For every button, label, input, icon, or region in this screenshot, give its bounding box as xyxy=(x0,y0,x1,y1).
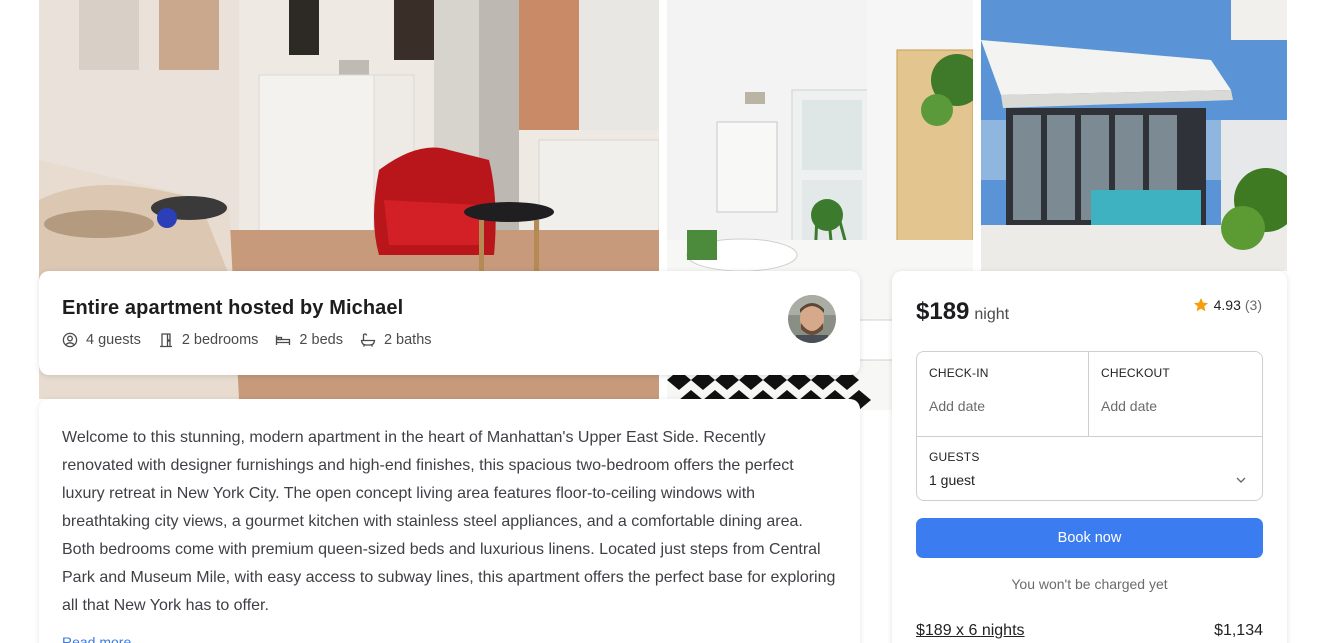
price-amount: $189 xyxy=(916,298,970,325)
read-more-link[interactable]: Read more xyxy=(62,634,131,643)
host-avatar[interactable] xyxy=(788,295,836,343)
charge-note: You won't be charged yet xyxy=(1011,576,1168,592)
bed-icon xyxy=(276,335,291,345)
feature-guests: 4 guests xyxy=(62,332,141,348)
feature-baths: 2 baths xyxy=(360,332,432,348)
guests-value: 1 guest xyxy=(929,472,975,488)
door-icon xyxy=(159,333,172,348)
booking-form: CHECK-IN Add date CHECKOUT Add date GUES… xyxy=(916,351,1263,501)
review-count: (3) xyxy=(1244,297,1262,313)
feature-bedrooms-label: 2 bedrooms xyxy=(181,332,259,348)
checkout-label: CHECKOUT xyxy=(1101,366,1170,380)
user-circle-icon xyxy=(62,332,78,348)
checkin-value: Add date xyxy=(929,398,986,414)
price-breakdown-total: $1,134 xyxy=(1214,622,1263,639)
price-unit: night xyxy=(974,306,1010,323)
exterior-pool-photo[interactable] xyxy=(981,0,1287,271)
rating-value: 4.93 xyxy=(1213,297,1241,313)
listing-title: Entire apartment hosted by Michael xyxy=(62,297,404,319)
feature-guests-label: 4 guests xyxy=(86,332,141,348)
listing-features: 4 guests 2 bedrooms 2 beds 2 baths xyxy=(62,332,449,348)
host-card: Entire apartment hosted by Michael 4 gue… xyxy=(39,271,860,375)
guests-select[interactable]: GUESTS 1 guest xyxy=(917,437,1262,500)
feature-beds-label: 2 beds xyxy=(299,332,343,348)
checkout-value: Add date xyxy=(1101,398,1158,414)
feature-baths-label: 2 baths xyxy=(383,332,432,348)
feature-beds: 2 beds xyxy=(275,332,343,348)
feature-bedrooms: 2 bedrooms xyxy=(158,332,259,348)
description-card: Welcome to this stunning, modern apartme… xyxy=(39,399,860,643)
book-now-button[interactable]: Book now xyxy=(916,518,1263,558)
chevron-down-icon xyxy=(1236,477,1246,483)
booking-card: $189 night 4.93 (3) CHECK-IN Add date CH… xyxy=(892,271,1287,643)
checkin-label: CHECK-IN xyxy=(929,366,989,380)
nightly-price: $189 night xyxy=(916,298,1009,326)
guests-label: GUESTS xyxy=(929,450,980,464)
star-icon xyxy=(1193,298,1208,312)
listing-description: Welcome to this stunning, modern apartme… xyxy=(62,429,836,614)
price-breakdown-nights[interactable]: $189 x 6 nights xyxy=(916,622,1025,640)
checkout-field[interactable]: CHECKOUT Add date xyxy=(1089,352,1262,437)
bath-icon xyxy=(360,333,376,347)
rating: 4.93 (3) xyxy=(1193,297,1262,313)
checkin-field[interactable]: CHECK-IN Add date xyxy=(917,352,1089,437)
